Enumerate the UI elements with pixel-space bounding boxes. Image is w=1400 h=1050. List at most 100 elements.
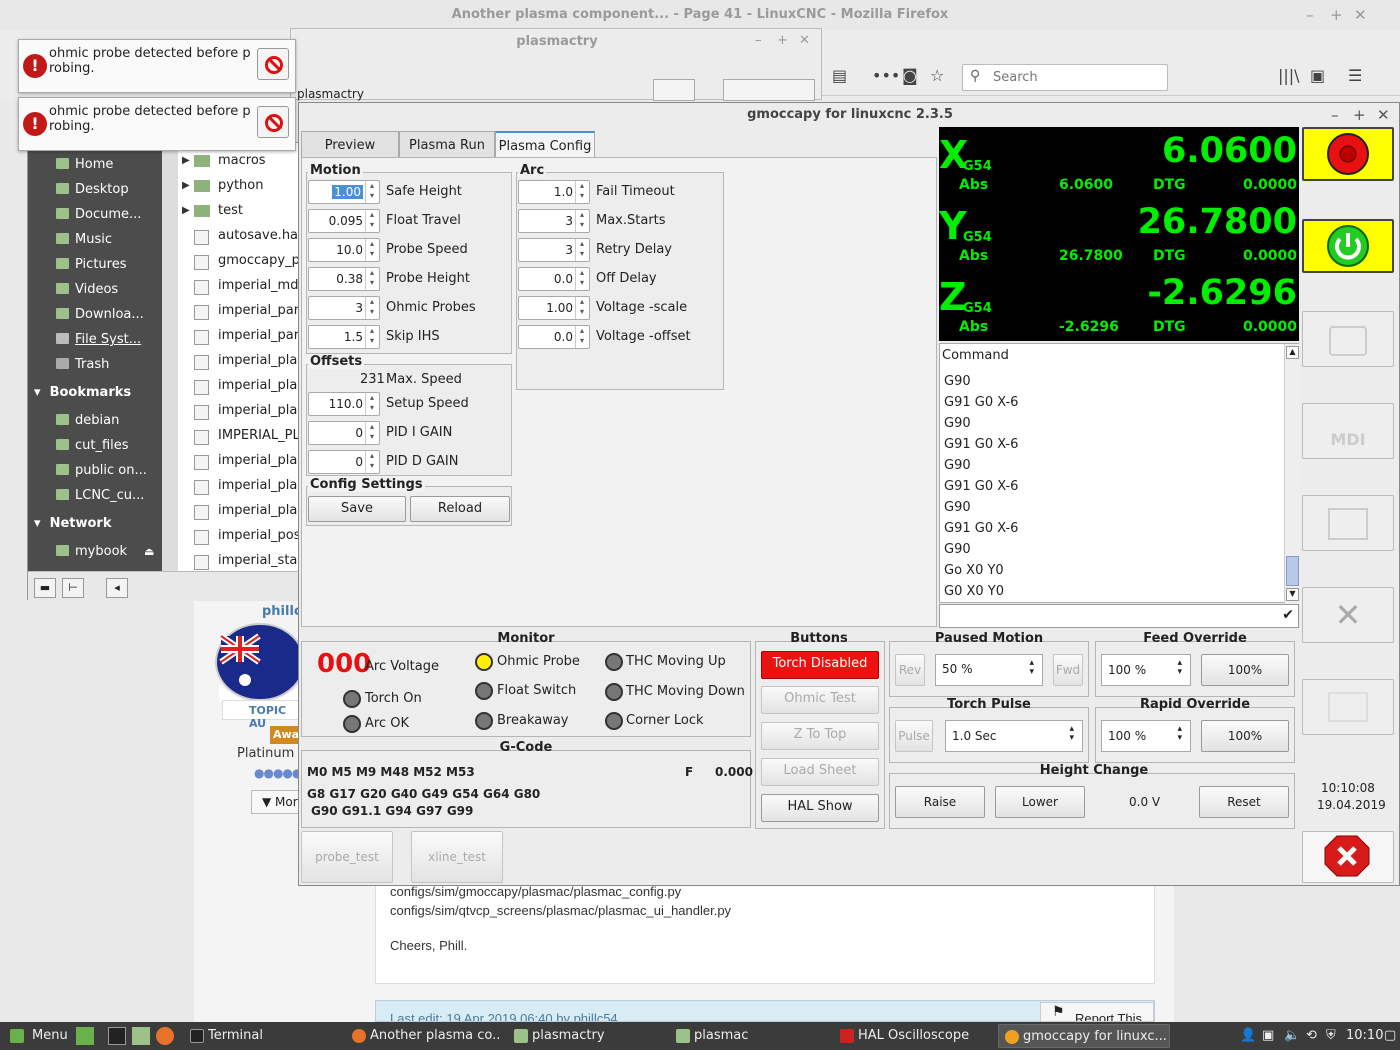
spin-arrows-icon[interactable]: ▴ ▾ <box>1177 725 1182 743</box>
spin-arrows-icon[interactable]: ▴ ▾ <box>1069 725 1074 743</box>
search-toggle-icon[interactable] <box>653 79 695 101</box>
bookmarks-header[interactable]: ▾ Bookmarks <box>34 385 131 400</box>
show-desktop-icon[interactable] <box>76 1027 94 1045</box>
command-line[interactable]: G90 <box>944 542 971 557</box>
bookmark-item[interactable]: LCNC_cu... <box>56 488 144 503</box>
place-trash[interactable]: Trash <box>56 357 109 372</box>
hamburger-menu-icon[interactable]: ☰ <box>1348 66 1362 85</box>
mdi-command-input[interactable]: ✔ <box>939 604 1299 628</box>
scroll-thumb[interactable] <box>1286 556 1299 586</box>
files-launcher-icon[interactable] <box>132 1027 150 1045</box>
motion-spin-input[interactable]: 10.0 <box>308 238 380 262</box>
motion-spin-input[interactable]: 1.5 <box>308 325 380 349</box>
mdi-mode-button[interactable]: MDI <box>1302 403 1394 459</box>
volume-icon[interactable]: 🔈 <box>1284 1028 1300 1043</box>
machine-on-button[interactable] <box>1302 219 1394 273</box>
sidebar-icon[interactable]: ▣ <box>1310 66 1325 85</box>
arc-spin-input[interactable]: 1.00 <box>518 296 590 320</box>
feed-reset-button[interactable]: 100% <box>1201 654 1289 686</box>
rapid-override-spin[interactable]: 100 % ▴ ▾ <box>1101 720 1191 752</box>
list-item[interactable]: IMPERIAL_PLA <box>218 428 300 443</box>
bookmark-item[interactable]: public on... <box>56 463 147 478</box>
list-item[interactable]: python <box>218 178 263 193</box>
emergency-stop-button[interactable] <box>1302 127 1394 181</box>
place-videos[interactable]: Videos <box>56 282 118 297</box>
exit-button[interactable] <box>1302 831 1394 883</box>
feed-override-spin[interactable]: 100 % ▴ ▾ <box>1101 654 1191 686</box>
torch-disabled-button[interactable]: Torch Disabled <box>761 651 879 679</box>
sidebar-scrollbar[interactable] <box>162 143 178 571</box>
bookmark-item[interactable]: cut_files <box>56 438 129 453</box>
offsets-spin-input[interactable]: 110.0 <box>308 392 380 416</box>
place-music[interactable]: Music <box>56 232 112 247</box>
update-icon[interactable]: ⟲ <box>1306 1028 1317 1043</box>
arc-spin-input[interactable]: 3 <box>518 209 590 233</box>
command-line[interactable]: G91 G0 X-6 <box>944 479 1018 494</box>
tab-plasma-config[interactable]: Plasma Config <box>495 131 595 158</box>
place-pictures[interactable]: Pictures <box>56 257 126 272</box>
menu-button[interactable]: Menu <box>4 1024 72 1048</box>
author-name[interactable]: phillc <box>262 604 302 619</box>
command-line[interactable]: G91 G0 X-6 <box>944 521 1018 536</box>
minimize-icon[interactable]: – <box>1306 6 1314 24</box>
close-icon[interactable]: ✕ <box>1354 6 1367 24</box>
taskbar-item-plasmactry[interactable]: plasmactry <box>508 1024 662 1048</box>
dismiss-button[interactable] <box>257 48 289 80</box>
place-downloads[interactable]: Downloa... <box>56 307 144 322</box>
torch-pulse-spin[interactable]: 1.0 Sec ▴ ▾ <box>945 720 1083 752</box>
list-item[interactable]: imperial_mdi_ <box>218 278 300 293</box>
motion-spin-input[interactable]: 0.38 <box>308 267 380 291</box>
view-switch-icon[interactable] <box>723 79 815 101</box>
maximize-icon[interactable]: + <box>1330 6 1343 24</box>
place-documents[interactable]: Docume... <box>56 207 141 222</box>
save-button[interactable]: Save <box>308 496 406 522</box>
network-header[interactable]: ▾ Network <box>34 516 112 531</box>
pulse-button[interactable]: Pulse <box>895 720 933 752</box>
z-to-top-button[interactable]: Z To Top <box>761 722 879 750</box>
command-line[interactable]: G90 <box>944 374 971 389</box>
firefox-launcher-icon[interactable] <box>156 1027 174 1045</box>
taskbar-item-firefox[interactable]: Another plasma co... <box>346 1024 500 1048</box>
taskbar-item-terminal[interactable]: Terminal <box>184 1024 338 1048</box>
bookmark-item[interactable]: debian <box>56 413 119 428</box>
reload-button[interactable]: Reload <box>410 496 510 522</box>
command-scrollbar[interactable]: ▲ ▼ <box>1284 344 1300 604</box>
ohmic-test-button[interactable]: Ohmic Test <box>761 686 879 714</box>
motion-spin-input[interactable]: 1.00 <box>308 180 380 204</box>
settings-button[interactable]: ✕ <box>1302 587 1394 643</box>
lower-button[interactable]: Lower <box>995 786 1085 818</box>
offsets-spin-input[interactable]: 0 <box>308 421 380 445</box>
close-icon[interactable]: ✕ <box>1377 106 1390 124</box>
tab-preview[interactable]: Preview <box>301 131 399 158</box>
reader-icon[interactable]: ▤ <box>832 66 847 85</box>
bookmark-star-icon[interactable]: ☆ <box>930 66 944 85</box>
taskbar-item-plasmac[interactable]: plasmac <box>670 1024 824 1048</box>
probe-test-button[interactable]: probe_test <box>301 831 393 883</box>
auto-mode-button[interactable] <box>1302 495 1394 551</box>
place-home[interactable]: Home <box>56 157 113 172</box>
minimize-icon[interactable]: – <box>755 33 762 48</box>
tree-view-icon[interactable]: ⊢ <box>62 578 84 598</box>
list-item[interactable]: imperial_posit <box>218 528 300 543</box>
raise-button[interactable]: Raise <box>895 786 985 818</box>
arc-spin-input[interactable]: 3 <box>518 238 590 262</box>
shield-icon[interactable]: ⛨ <box>1326 1028 1336 1043</box>
user-tab-button[interactable] <box>1302 679 1394 735</box>
list-item[interactable]: imperial_plasr <box>218 353 300 368</box>
dismiss-button[interactable] <box>257 106 289 138</box>
pocket-icon[interactable]: ◙ <box>902 66 918 85</box>
network-item[interactable]: mybook <box>56 544 127 559</box>
close-icon[interactable]: ✕ <box>799 33 810 48</box>
forward-button[interactable]: Fwd <box>1053 654 1083 686</box>
minimize-icon[interactable]: – <box>1331 106 1339 124</box>
more-button[interactable]: ▼ Mor <box>251 790 301 814</box>
arc-spin-input[interactable]: 1.0 <box>518 180 590 204</box>
offsets-spin-input[interactable]: 0 <box>308 450 380 474</box>
spin-arrows-icon[interactable]: ▴ ▾ <box>1029 659 1034 677</box>
motion-spin-input[interactable]: 0.095 <box>308 209 380 233</box>
rapid-reset-button[interactable]: 100% <box>1201 720 1289 752</box>
manual-mode-button[interactable] <box>1302 311 1394 367</box>
reset-button[interactable]: Reset <box>1199 786 1289 818</box>
load-sheet-button[interactable]: Load Sheet <box>761 758 879 786</box>
list-item[interactable]: imperial_start <box>218 553 300 568</box>
